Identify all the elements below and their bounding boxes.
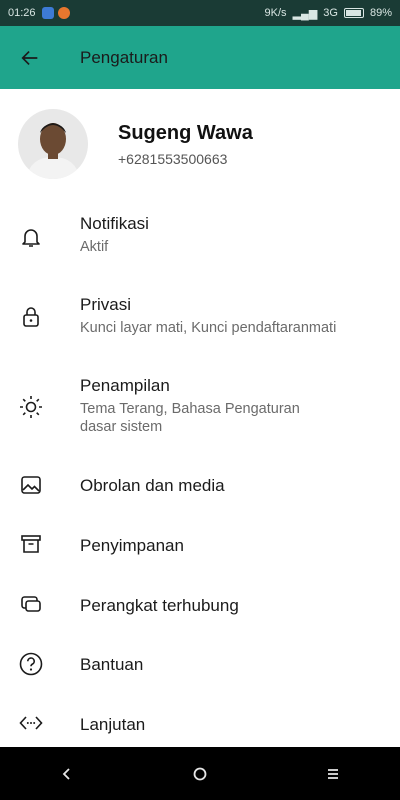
status-indicators: 9K/s ▂▄▆ 3G 89% bbox=[265, 7, 392, 20]
profile-name: Sugeng Wawa bbox=[118, 121, 253, 144]
system-nav-bar bbox=[0, 747, 400, 800]
settings-item-subtitle: Tema Terang, Bahasa Pengaturan dasar sis… bbox=[80, 401, 300, 435]
settings-item-title: Lanjutan bbox=[80, 715, 146, 734]
settings-item-bantuan[interactable]: Bantuan bbox=[0, 652, 400, 679]
nav-recents-button[interactable] bbox=[313, 754, 353, 794]
settings-item-title: Privasi bbox=[80, 295, 132, 314]
settings-item-lanjutan[interactable]: Lanjutan bbox=[0, 715, 400, 739]
back-button[interactable] bbox=[0, 26, 60, 89]
settings-item-subtitle: Kunci layar mati, Kunci pendaftaranmati bbox=[80, 320, 337, 336]
code-icon bbox=[18, 710, 44, 736]
app-notification-icon bbox=[57, 7, 70, 19]
page-title: Pengaturan bbox=[80, 47, 168, 67]
home-circle-icon bbox=[193, 767, 207, 780]
network-type: 3G bbox=[323, 7, 338, 19]
bell-icon bbox=[18, 224, 44, 250]
nav-home-button[interactable] bbox=[180, 754, 220, 794]
settings-item-penyimpanan[interactable]: Penyimpanan bbox=[0, 535, 400, 560]
profile-phone: +6281553500663 bbox=[118, 150, 228, 167]
settings-item-title: Obrolan dan media bbox=[80, 476, 225, 495]
settings-item-title: Penampilan bbox=[80, 376, 170, 395]
settings-item-subtitle: Aktif bbox=[80, 239, 109, 255]
archive-icon bbox=[18, 531, 44, 557]
profile-photo bbox=[18, 109, 88, 179]
status-bar: 01:26 9K/s ▂▄▆ 3G 89% bbox=[0, 0, 400, 26]
message-notification-icon bbox=[41, 7, 54, 19]
settings-item-title: Perangkat terhubung bbox=[80, 596, 239, 615]
settings-item-privasi[interactable]: Privasi Kunci layar mati, Kunci pendafta… bbox=[0, 295, 400, 355]
signal-icon: ▂▄▆ bbox=[292, 7, 318, 20]
image-icon bbox=[18, 472, 44, 498]
settings-item-obrolan[interactable]: Obrolan dan media bbox=[0, 476, 400, 500]
settings-item-notifikasi[interactable]: Notifikasi Aktif bbox=[0, 214, 400, 274]
menu-icon bbox=[328, 768, 339, 779]
status-time: 01:26 bbox=[8, 7, 36, 19]
chevron-left-icon bbox=[62, 767, 70, 780]
settings-item-title: Bantuan bbox=[80, 655, 144, 674]
settings-item-penampilan[interactable]: Penampilan Tema Terang, Bahasa Pengatura… bbox=[0, 376, 400, 446]
arrow-left-icon bbox=[21, 50, 38, 65]
app-bar: Pengaturan bbox=[0, 26, 400, 89]
settings-item-title: Penyimpanan bbox=[80, 536, 184, 555]
settings-item-perangkat[interactable]: Perangkat terhubung bbox=[0, 596, 400, 620]
avatar[interactable] bbox=[18, 109, 88, 179]
profile-header[interactable]: Sugeng Wawa +6281553500663 bbox=[0, 89, 400, 199]
network-speed: 9K/s bbox=[264, 7, 287, 19]
battery-icon bbox=[343, 8, 364, 18]
battery-level: 89% bbox=[369, 7, 392, 19]
lock-icon bbox=[18, 304, 44, 330]
linked-devices-icon bbox=[18, 591, 44, 617]
sun-icon bbox=[18, 394, 44, 420]
settings-item-title: Notifikasi bbox=[80, 214, 149, 233]
help-icon bbox=[18, 651, 44, 677]
nav-back-button[interactable] bbox=[47, 754, 87, 794]
